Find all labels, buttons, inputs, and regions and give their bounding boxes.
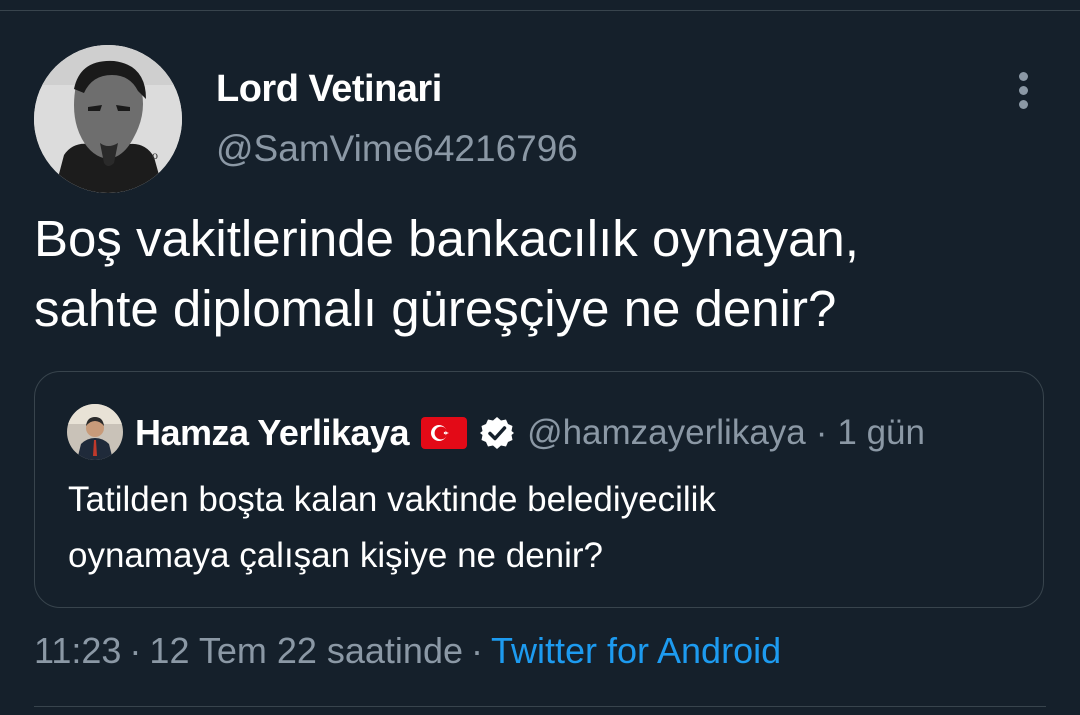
verified-badge-icon [479,415,515,451]
tweet-text: Boş vakitlerinde bankacılık oynayan, sah… [34,204,1044,344]
tweet-date[interactable]: 12 Tem 22 saatinde [149,630,463,671]
tweet-source-link[interactable]: Twitter for Android [491,630,781,671]
quote-timestamp[interactable]: 1 gün [837,413,925,453]
quote-text-line: Tatilden boşta kalan vaktinde belediyeci… [68,480,716,519]
more-dot [1019,86,1028,95]
bottom-divider [34,706,1046,707]
tweet-text-line: Boş vakitlerinde bankacılık oynayan, [34,210,859,267]
top-divider [0,10,1080,11]
more-dot [1019,100,1028,109]
quote-text-line: oynamaya çalışan kişiye ne denir? [68,536,604,575]
quote-avatar-icon [67,404,123,460]
tweet-text-line: sahte diplomalı güreşçiye ne denir? [34,280,837,337]
meta-separator: · [129,630,142,671]
quote-author-handle[interactable]: @hamzayerlikaya [527,413,806,453]
quote-separator: · [815,413,828,452]
tweet-time[interactable]: 11:23 [34,630,121,671]
turkey-flag-icon [421,417,468,449]
author-handle[interactable]: @SamVime64216796 [216,128,578,170]
author-name[interactable]: Lord Vetinari [216,68,442,111]
more-options-icon[interactable] [1004,66,1044,114]
quote-author-name[interactable]: Hamza Yerlikaya [135,412,410,454]
svg-text:o: o [152,148,158,162]
portrait-avatar-icon: o [34,45,182,193]
quote-text: Tatilden boşta kalan vaktinde belediyeci… [68,472,1028,584]
quote-author-avatar [67,404,123,460]
meta-separator: · [470,630,483,671]
author-avatar[interactable]: o [34,45,182,193]
more-dot [1019,72,1028,81]
tweet-meta: 11:23 · 12 Tem 22 saatinde · Twitter for And… [34,630,781,672]
quote-header: Hamza Yerlikaya @hamzayerlikaya · 1 gün [135,410,925,456]
quoted-tweet[interactable]: Hamza Yerlikaya @hamzayerlikaya · 1 gün … [34,371,1044,608]
